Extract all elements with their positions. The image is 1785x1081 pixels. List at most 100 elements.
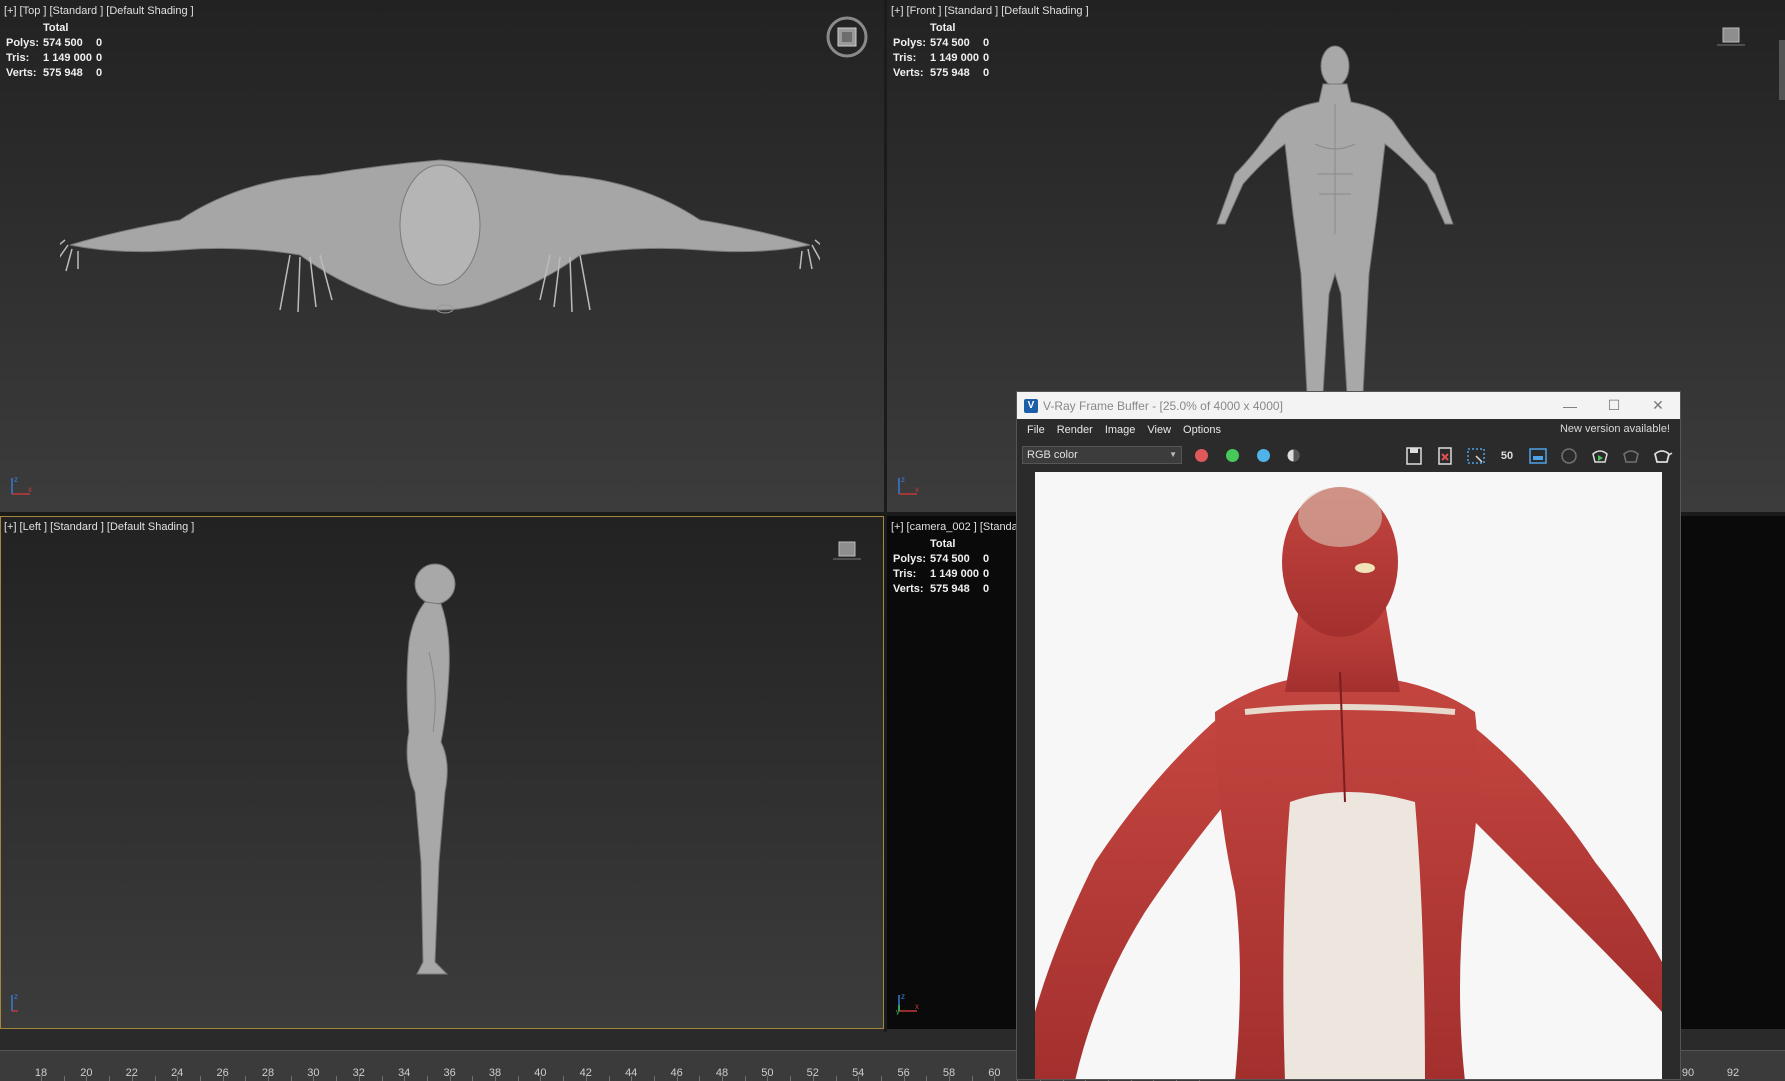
viewport-scrollbar[interactable] bbox=[1779, 40, 1785, 100]
timeline-frame-label: 50 bbox=[761, 1067, 774, 1079]
timeline-tick bbox=[517, 1076, 519, 1081]
menu-file[interactable]: File bbox=[1017, 424, 1051, 436]
timeline-tick bbox=[699, 1076, 701, 1081]
timeline-tick bbox=[426, 1076, 428, 1081]
human-model-side-view[interactable] bbox=[395, 562, 475, 982]
viewport-left[interactable]: [+] [Left ] [Standard ] [Default Shading ] … bbox=[0, 516, 884, 1029]
viewcube-icon[interactable] bbox=[1715, 26, 1747, 48]
viewport-label-left[interactable]: [+] [Left ] [Standard ] [Default Shading ] bbox=[4, 521, 197, 533]
viewport-stats: Total Polys: 574 500 0 Tris: 1 149 000 0 Ver… bbox=[893, 22, 990, 79]
timeline-frame-label: 34 bbox=[398, 1067, 411, 1079]
menu-render[interactable]: Render bbox=[1051, 424, 1099, 436]
green-channel-button[interactable] bbox=[1226, 449, 1239, 462]
timeline-frame-label: 18 bbox=[34, 1067, 48, 1079]
track-mouse-icon[interactable] bbox=[1527, 446, 1549, 466]
menu-image[interactable]: Image bbox=[1099, 424, 1142, 436]
timeline-tick bbox=[154, 1076, 156, 1081]
human-model-top-view[interactable] bbox=[60, 145, 820, 325]
svg-text:z: z bbox=[901, 475, 905, 484]
menu-view[interactable]: View bbox=[1141, 424, 1177, 436]
viewport-label-camera[interactable]: [+] [camera_002 ] [Standa bbox=[891, 521, 1021, 533]
svg-text:x: x bbox=[915, 485, 919, 494]
close-button[interactable]: ✕ bbox=[1636, 392, 1680, 419]
timeline-frame-label: 90 bbox=[1681, 1067, 1695, 1079]
timeline-frame-label: 54 bbox=[852, 1067, 865, 1079]
timeline-frame-label: 60 bbox=[988, 1067, 1001, 1079]
timeline-tick bbox=[245, 1076, 247, 1081]
axis-gizmo-icon: z bbox=[11, 992, 18, 1012]
new-version-link[interactable]: New version available! bbox=[1560, 423, 1670, 435]
svg-text:y: y bbox=[896, 1009, 900, 1015]
viewport-label-front[interactable]: [+] [Front ] [Standard ] [Default Shading ] bbox=[891, 5, 1092, 17]
vfb-right-panel-handle[interactable] bbox=[1662, 472, 1680, 1079]
human-model-front-view[interactable] bbox=[1195, 44, 1475, 394]
viewport-divider-vertical[interactable] bbox=[884, 0, 887, 1032]
vfb-title: V-Ray Frame Buffer - [25.0% of 4000 x 40… bbox=[1043, 398, 1283, 413]
render-teapot-icon[interactable] bbox=[1651, 446, 1673, 466]
render-disabled-icon[interactable] bbox=[1558, 446, 1580, 466]
timeline-frame-label: 52 bbox=[806, 1067, 819, 1079]
timeline-frame-label: 20 bbox=[80, 1067, 93, 1079]
timeline-frame-label: 48 bbox=[715, 1067, 729, 1079]
svg-text:z: z bbox=[14, 992, 18, 1001]
timeline-tick bbox=[199, 1076, 201, 1081]
red-channel-button[interactable] bbox=[1195, 449, 1208, 462]
timeline-frame-label: 36 bbox=[443, 1067, 456, 1079]
svg-text:x: x bbox=[915, 1002, 919, 1011]
stop-render-icon[interactable] bbox=[1620, 446, 1642, 466]
timeline-frame-label: 22 bbox=[125, 1067, 138, 1079]
timeline-tick bbox=[563, 1076, 565, 1081]
timeline-tick bbox=[790, 1076, 792, 1081]
vray-frame-buffer-window[interactable]: V V-Ray Frame Buffer - [25.0% of 4000 x … bbox=[1016, 391, 1681, 1080]
vfb-left-panel-handle[interactable] bbox=[1017, 472, 1035, 1079]
timeline-frame-label: 92 bbox=[1726, 1067, 1740, 1079]
timeline-tick bbox=[290, 1076, 292, 1081]
axis-gizmo-icon: z y x bbox=[896, 992, 919, 1015]
vfb-toolbar: RGB color ▼ 50 bbox=[1017, 441, 1680, 471]
rendered-image[interactable] bbox=[1035, 472, 1662, 1079]
viewport-label-top[interactable]: [+] [Top ] [Standard ] [Default Shading ] bbox=[4, 5, 197, 17]
timeline-tick bbox=[971, 1076, 973, 1081]
timeline-tick bbox=[835, 1076, 837, 1081]
svg-text:z: z bbox=[901, 992, 905, 1001]
region-render-icon[interactable] bbox=[1465, 446, 1487, 466]
timeline-frame-label: 32 bbox=[352, 1067, 365, 1079]
channel-select[interactable]: RGB color ▼ bbox=[1022, 446, 1182, 464]
timeline-tick bbox=[63, 1076, 65, 1081]
zoom-50-button[interactable]: 50 bbox=[1496, 446, 1518, 466]
viewcube-compass-icon[interactable] bbox=[824, 14, 870, 60]
timeline-frame-label: 46 bbox=[670, 1067, 683, 1079]
save-image-icon[interactable] bbox=[1403, 446, 1425, 466]
svg-text:x: x bbox=[28, 485, 32, 494]
timeline-frame-label: 56 bbox=[897, 1067, 910, 1079]
axis-gizmo-icon: z x bbox=[898, 475, 919, 495]
menu-options[interactable]: Options bbox=[1177, 424, 1227, 436]
timeline-frame-label: 26 bbox=[216, 1067, 229, 1079]
timeline-tick bbox=[472, 1076, 474, 1081]
timeline-tick bbox=[880, 1076, 882, 1081]
vfb-menu-bar: File Render Image View Options New versi… bbox=[1017, 419, 1680, 441]
timeline-tick bbox=[926, 1076, 928, 1081]
axis-gizmo-icon: z x bbox=[11, 475, 32, 495]
alpha-channel-icon[interactable] bbox=[1287, 449, 1300, 462]
clear-image-icon[interactable] bbox=[1434, 446, 1456, 466]
timeline-tick bbox=[381, 1076, 383, 1081]
interactive-render-icon[interactable] bbox=[1589, 446, 1611, 466]
timeline-frame-label: 28 bbox=[261, 1067, 275, 1079]
minimize-button[interactable]: — bbox=[1548, 392, 1592, 419]
viewport-top[interactable]: [+] [Top ] [Standard ] [Default Shading ] T… bbox=[0, 0, 884, 512]
timeline-frame-label: 42 bbox=[579, 1067, 592, 1079]
maximize-button[interactable]: ☐ bbox=[1592, 392, 1636, 419]
timeline-tick bbox=[744, 1076, 746, 1081]
blue-channel-button[interactable] bbox=[1257, 449, 1270, 462]
vfb-title-bar[interactable]: V V-Ray Frame Buffer - [25.0% of 4000 x … bbox=[1017, 392, 1680, 419]
timeline-tick bbox=[336, 1076, 338, 1081]
timeline-frame-label: 58 bbox=[942, 1067, 956, 1079]
vray-logo-icon: V bbox=[1024, 398, 1038, 413]
viewcube-icon[interactable] bbox=[831, 540, 863, 562]
timeline-frame-label: 24 bbox=[171, 1067, 184, 1079]
rendered-muscle-figure bbox=[1035, 472, 1662, 1079]
timeline-frame-label: 40 bbox=[534, 1067, 547, 1079]
viewport-stats: Total Polys: 574 500 0 Tris: 1 149 000 0 Ver… bbox=[893, 538, 990, 595]
timeline-frame-label: 30 bbox=[307, 1067, 320, 1079]
